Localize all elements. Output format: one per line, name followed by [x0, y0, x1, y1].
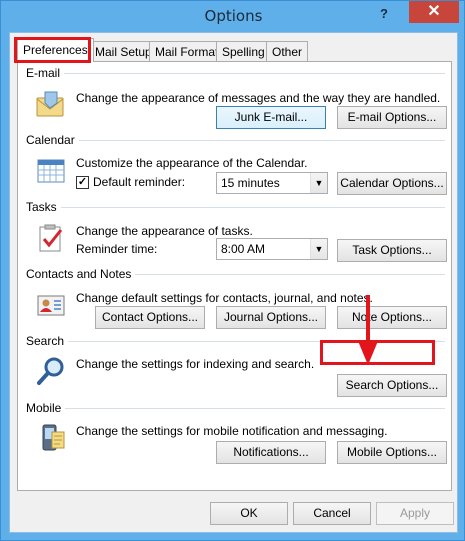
options-window: Options ? ✕ Preferences Mail Setup Mail … [0, 0, 465, 541]
contact-options-button[interactable]: Contact Options... [95, 306, 205, 329]
mobile-options-button[interactable]: Mobile Options... [337, 441, 447, 464]
help-button[interactable]: ? [377, 6, 391, 22]
contact-card-icon [35, 289, 67, 321]
task-checklist-icon [35, 222, 67, 254]
title-bar[interactable]: Options ? ✕ [1, 1, 465, 31]
red-arrow-down-icon [358, 295, 378, 365]
tab-spelling[interactable]: Spelling [216, 41, 271, 61]
mobile-phone-icon [35, 422, 67, 454]
reminder-time-label: Reminder time: [76, 242, 158, 256]
notifications-button[interactable]: Notifications... [216, 441, 326, 464]
magnifier-icon [35, 355, 67, 387]
envelope-icon [35, 89, 67, 121]
default-reminder-label: Default reminder: [93, 175, 186, 189]
window-title: Options [204, 7, 263, 25]
email-description: Change the appearance of messages and th… [76, 91, 441, 105]
contacts-description: Change default settings for contacts, jo… [76, 291, 373, 305]
reminder-time-select[interactable]: 8:00 AM ▼ [216, 238, 328, 260]
calendar-description: Customize the appearance of the Calendar… [76, 156, 308, 170]
chevron-down-icon[interactable]: ▼ [310, 239, 327, 259]
journal-options-button[interactable]: Journal Options... [216, 306, 326, 329]
tasks-description: Change the appearance of tasks. [76, 224, 253, 238]
contacts-section-title: Contacts and Notes [26, 267, 136, 281]
note-options-button[interactable]: Note Options... [337, 306, 447, 329]
tab-preferences[interactable]: Preferences [17, 38, 94, 62]
tasks-section-title: Tasks [26, 200, 61, 214]
apply-button[interactable]: Apply [376, 502, 454, 525]
tab-other[interactable]: Other [266, 41, 309, 61]
email-divider [26, 73, 445, 74]
search-divider [26, 341, 445, 342]
default-reminder-checkbox[interactable]: ✓ [76, 176, 89, 189]
reminder-time-value: 8:00 AM [221, 242, 266, 256]
search-section-title: Search [26, 334, 69, 348]
task-options-button[interactable]: Task Options... [337, 239, 447, 262]
ok-button[interactable]: OK [210, 502, 288, 525]
cancel-button[interactable]: Cancel [293, 502, 371, 525]
calendar-options-button[interactable]: Calendar Options... [337, 172, 447, 195]
chevron-down-icon[interactable]: ▼ [310, 173, 327, 193]
tab-mail-format[interactable]: Mail Format [149, 41, 225, 61]
tab-mail-setup[interactable]: Mail Setup [89, 41, 158, 61]
calendar-icon [35, 155, 67, 187]
search-description: Change the settings for indexing and sea… [76, 357, 315, 371]
mobile-description: Change the settings for mobile notificat… [76, 424, 388, 438]
preferences-panel: E-mail Change the appearance of messages… [17, 61, 452, 491]
email-section-title: E-mail [26, 66, 65, 80]
mobile-divider [26, 408, 445, 409]
mobile-section-title: Mobile [26, 401, 66, 415]
default-reminder-value: 15 minutes [221, 176, 280, 190]
search-options-button[interactable]: Search Options... [337, 374, 447, 397]
tasks-divider [26, 207, 445, 208]
calendar-section-title: Calendar [26, 133, 79, 147]
calendar-divider [26, 140, 445, 141]
email-options-button[interactable]: E-mail Options... [337, 106, 447, 129]
default-reminder-select[interactable]: 15 minutes ▼ [216, 172, 328, 194]
dialog-client-area: Preferences Mail Setup Mail Format Spell… [9, 32, 458, 533]
junk-email-button[interactable]: Junk E-mail... [216, 106, 326, 129]
close-button[interactable]: ✕ [409, 1, 459, 23]
